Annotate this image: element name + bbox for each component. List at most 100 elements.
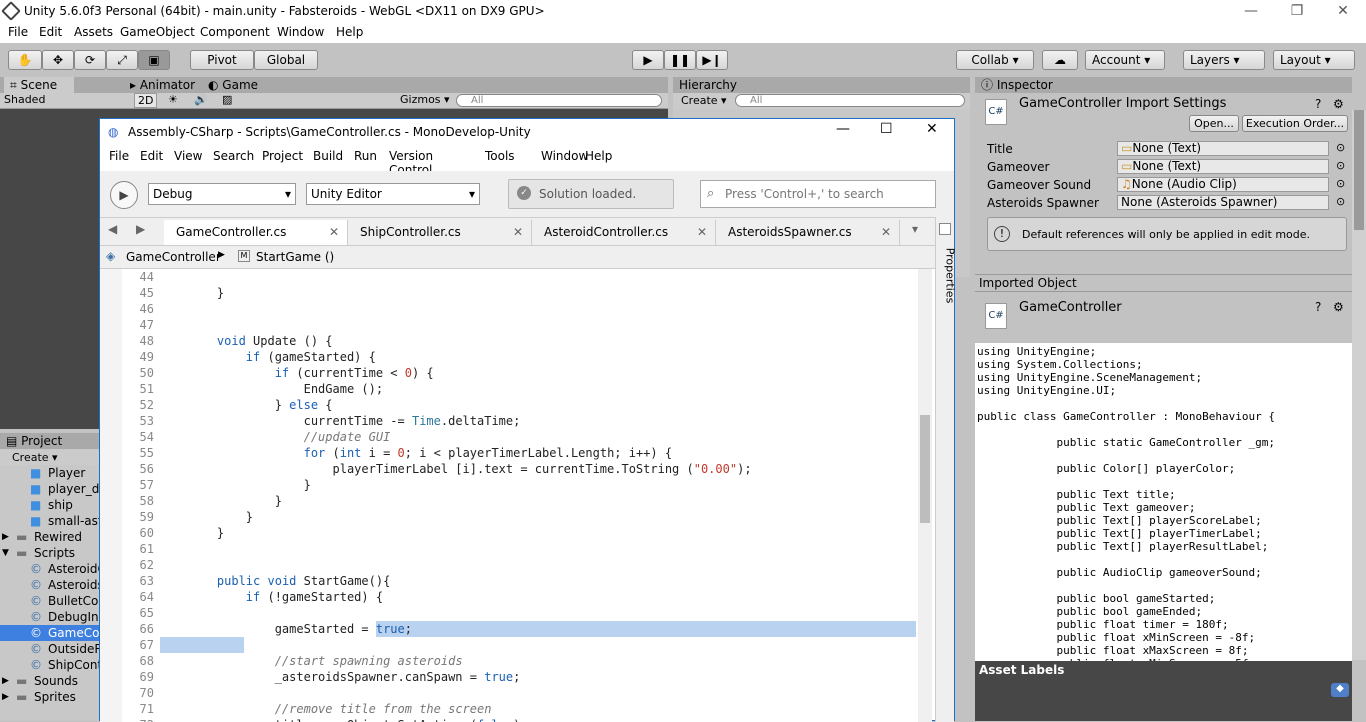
rect-tool-icon[interactable]: ▣ bbox=[138, 50, 170, 70]
file-tab[interactable]: ShipController.cs ✕ bbox=[348, 220, 532, 246]
scene-search-input[interactable]: All bbox=[456, 94, 662, 107]
code-editor[interactable]: 44 45 } 46 47 48 void Update () {49 if (game… bbox=[100, 269, 918, 722]
hierarchy-search-input[interactable]: All bbox=[735, 94, 965, 107]
expand-down-icon[interactable]: ▼ bbox=[2, 545, 9, 561]
project-item[interactable]: © Asteroids bbox=[0, 577, 99, 593]
md-search-input[interactable]: ⌕ Press 'Control+,' to search bbox=[700, 180, 936, 208]
project-item[interactable]: ▶ ▬ Sprites bbox=[0, 689, 99, 705]
expand-right-icon[interactable]: ▶ bbox=[2, 529, 9, 545]
hand-tool-icon[interactable]: ✋ bbox=[8, 50, 42, 70]
menu-assets[interactable]: Assets bbox=[74, 25, 113, 39]
tab-list-icon[interactable]: ▾ bbox=[912, 222, 918, 236]
global-button[interactable]: Global bbox=[254, 50, 318, 70]
object-picker-icon[interactable]: ⊙ bbox=[1336, 177, 1345, 190]
run-icon[interactable]: ▶ bbox=[110, 181, 138, 209]
md-menu-item[interactable]: Search bbox=[213, 149, 254, 163]
hierarchy-tab[interactable]: Hierarchy bbox=[673, 77, 970, 93]
md-menu-item[interactable]: Project bbox=[262, 149, 303, 163]
project-item[interactable]: ▶ ▬ Rewired bbox=[0, 529, 99, 545]
project-item[interactable]: ■ Player bbox=[0, 465, 99, 481]
breadcrumb-class[interactable]: GameController bbox=[126, 250, 221, 264]
tab-animator[interactable]: ▸ Animator bbox=[130, 77, 195, 93]
menu-file[interactable]: File bbox=[8, 25, 28, 39]
lighting-icon[interactable]: ☀ bbox=[168, 93, 178, 106]
md-menu-item[interactable]: File bbox=[109, 149, 129, 163]
shading-dropdown[interactable]: Shaded bbox=[4, 93, 124, 106]
menu-help[interactable]: Help bbox=[336, 25, 363, 39]
restore-icon[interactable]: ❐ bbox=[1274, 2, 1320, 22]
inspector-field-value[interactable]: ▭None (Text) bbox=[1117, 159, 1329, 174]
inspector-field-value[interactable]: ▭None (Text) bbox=[1117, 141, 1329, 156]
tab-forward-icon[interactable]: ▶ bbox=[136, 222, 145, 236]
breadcrumb-method[interactable]: StartGame () bbox=[256, 250, 334, 264]
inspector-scrollbar[interactable] bbox=[1352, 110, 1366, 660]
project-item[interactable]: © GameCon bbox=[0, 625, 99, 641]
editor-scrollbar[interactable] bbox=[918, 269, 932, 722]
tab-scene[interactable]: ⌗ Scene bbox=[4, 77, 74, 93]
gear-icon[interactable]: ⚙ bbox=[1333, 97, 1344, 111]
layout-dropdown[interactable]: Layout ▾ bbox=[1273, 50, 1355, 70]
minimize-icon[interactable]: — bbox=[1228, 2, 1274, 22]
step-button[interactable]: ▶❙ bbox=[696, 50, 728, 70]
project-item[interactable]: ■ small-ast bbox=[0, 513, 99, 529]
play-button[interactable]: ▶ bbox=[632, 50, 664, 70]
properties-pad[interactable]: Properties bbox=[935, 217, 956, 722]
open-button[interactable]: Open... bbox=[1189, 115, 1239, 132]
md-menu-item[interactable]: Run bbox=[354, 149, 377, 163]
gear-icon-2[interactable]: ⚙ bbox=[1333, 300, 1344, 314]
project-item[interactable]: ▶ ▬ Sounds bbox=[0, 673, 99, 689]
inspector-field-value[interactable]: None (Asteroids Spawner) bbox=[1117, 195, 1329, 210]
audio-icon[interactable]: 🔊 bbox=[194, 93, 208, 106]
file-tab[interactable]: AsteroidController.cs ✕ bbox=[532, 220, 716, 246]
help-icon-2[interactable]: ? bbox=[1315, 300, 1321, 314]
editor-scroll-thumb[interactable] bbox=[920, 415, 930, 523]
project-tab[interactable]: ▤ Project bbox=[0, 433, 99, 449]
mode-2d-toggle[interactable]: 2D bbox=[134, 93, 158, 108]
md-menu-item[interactable]: Build bbox=[313, 149, 343, 163]
tag-icon[interactable]: ◆ bbox=[1331, 683, 1349, 697]
layers-dropdown[interactable]: Layers ▾ bbox=[1183, 50, 1265, 70]
project-item[interactable]: © ShipCont bbox=[0, 657, 99, 673]
execution-order-button[interactable]: Execution Order... bbox=[1242, 115, 1348, 132]
tab-game[interactable]: ◐ Game bbox=[208, 77, 258, 93]
file-tab[interactable]: GameController.cs ✕ bbox=[164, 220, 348, 246]
project-item[interactable]: © BulletCon bbox=[0, 593, 99, 609]
md-minimize-icon[interactable]: — bbox=[836, 121, 850, 137]
menu-component[interactable]: Component bbox=[200, 25, 270, 39]
config-combo[interactable]: Debug ▾ bbox=[148, 183, 296, 205]
target-combo[interactable]: Unity Editor ▾ bbox=[306, 183, 480, 205]
gizmos-dropdown[interactable]: Gizmos ▾ bbox=[400, 93, 450, 106]
object-picker-icon[interactable]: ⊙ bbox=[1336, 141, 1345, 154]
md-menu-item[interactable]: View bbox=[174, 149, 202, 163]
project-item[interactable]: © AsteroidC bbox=[0, 561, 99, 577]
collab-button[interactable]: Collab ▾ bbox=[956, 50, 1034, 70]
menu-gameobject[interactable]: GameObject bbox=[120, 25, 195, 39]
hierarchy-create-button[interactable]: Create ▾ bbox=[681, 94, 727, 107]
tab-close-icon[interactable]: ✕ bbox=[881, 220, 891, 244]
md-menu-item[interactable]: Help bbox=[585, 149, 612, 163]
rotate-tool-icon[interactable]: ⟳ bbox=[74, 50, 106, 70]
tab-close-icon[interactable]: ✕ bbox=[697, 220, 707, 244]
menu-window[interactable]: Window bbox=[277, 25, 324, 39]
expand-right-icon[interactable]: ▶ bbox=[2, 689, 9, 705]
help-icon[interactable]: ? bbox=[1315, 97, 1321, 111]
effects-icon[interactable]: ▨ bbox=[222, 93, 232, 106]
md-menu-item[interactable]: Window bbox=[541, 149, 588, 163]
inspector-tab[interactable]: ⓘ Inspector bbox=[975, 77, 1352, 93]
project-item[interactable]: © DebugIn bbox=[0, 609, 99, 625]
close-icon[interactable]: ✕ bbox=[1320, 2, 1366, 22]
tab-close-icon[interactable]: ✕ bbox=[329, 220, 339, 244]
project-item[interactable]: © OutsideR bbox=[0, 641, 99, 657]
tab-close-icon[interactable]: ✕ bbox=[513, 220, 523, 244]
md-menu-item[interactable]: Tools bbox=[485, 149, 515, 163]
md-menu-item[interactable]: Edit bbox=[140, 149, 163, 163]
scale-tool-icon[interactable]: ⤢ bbox=[106, 50, 138, 70]
md-maximize-icon[interactable]: ☐ bbox=[880, 121, 893, 137]
pause-button[interactable]: ❚❚ bbox=[664, 50, 696, 70]
object-picker-icon[interactable]: ⊙ bbox=[1336, 159, 1345, 172]
project-item[interactable]: ■ player_d bbox=[0, 481, 99, 497]
tab-back-icon[interactable]: ◀ bbox=[108, 222, 117, 236]
project-item[interactable]: ■ ship bbox=[0, 497, 99, 513]
object-picker-icon[interactable]: ⊙ bbox=[1336, 195, 1345, 208]
cloud-icon[interactable]: ☁ bbox=[1042, 50, 1078, 70]
